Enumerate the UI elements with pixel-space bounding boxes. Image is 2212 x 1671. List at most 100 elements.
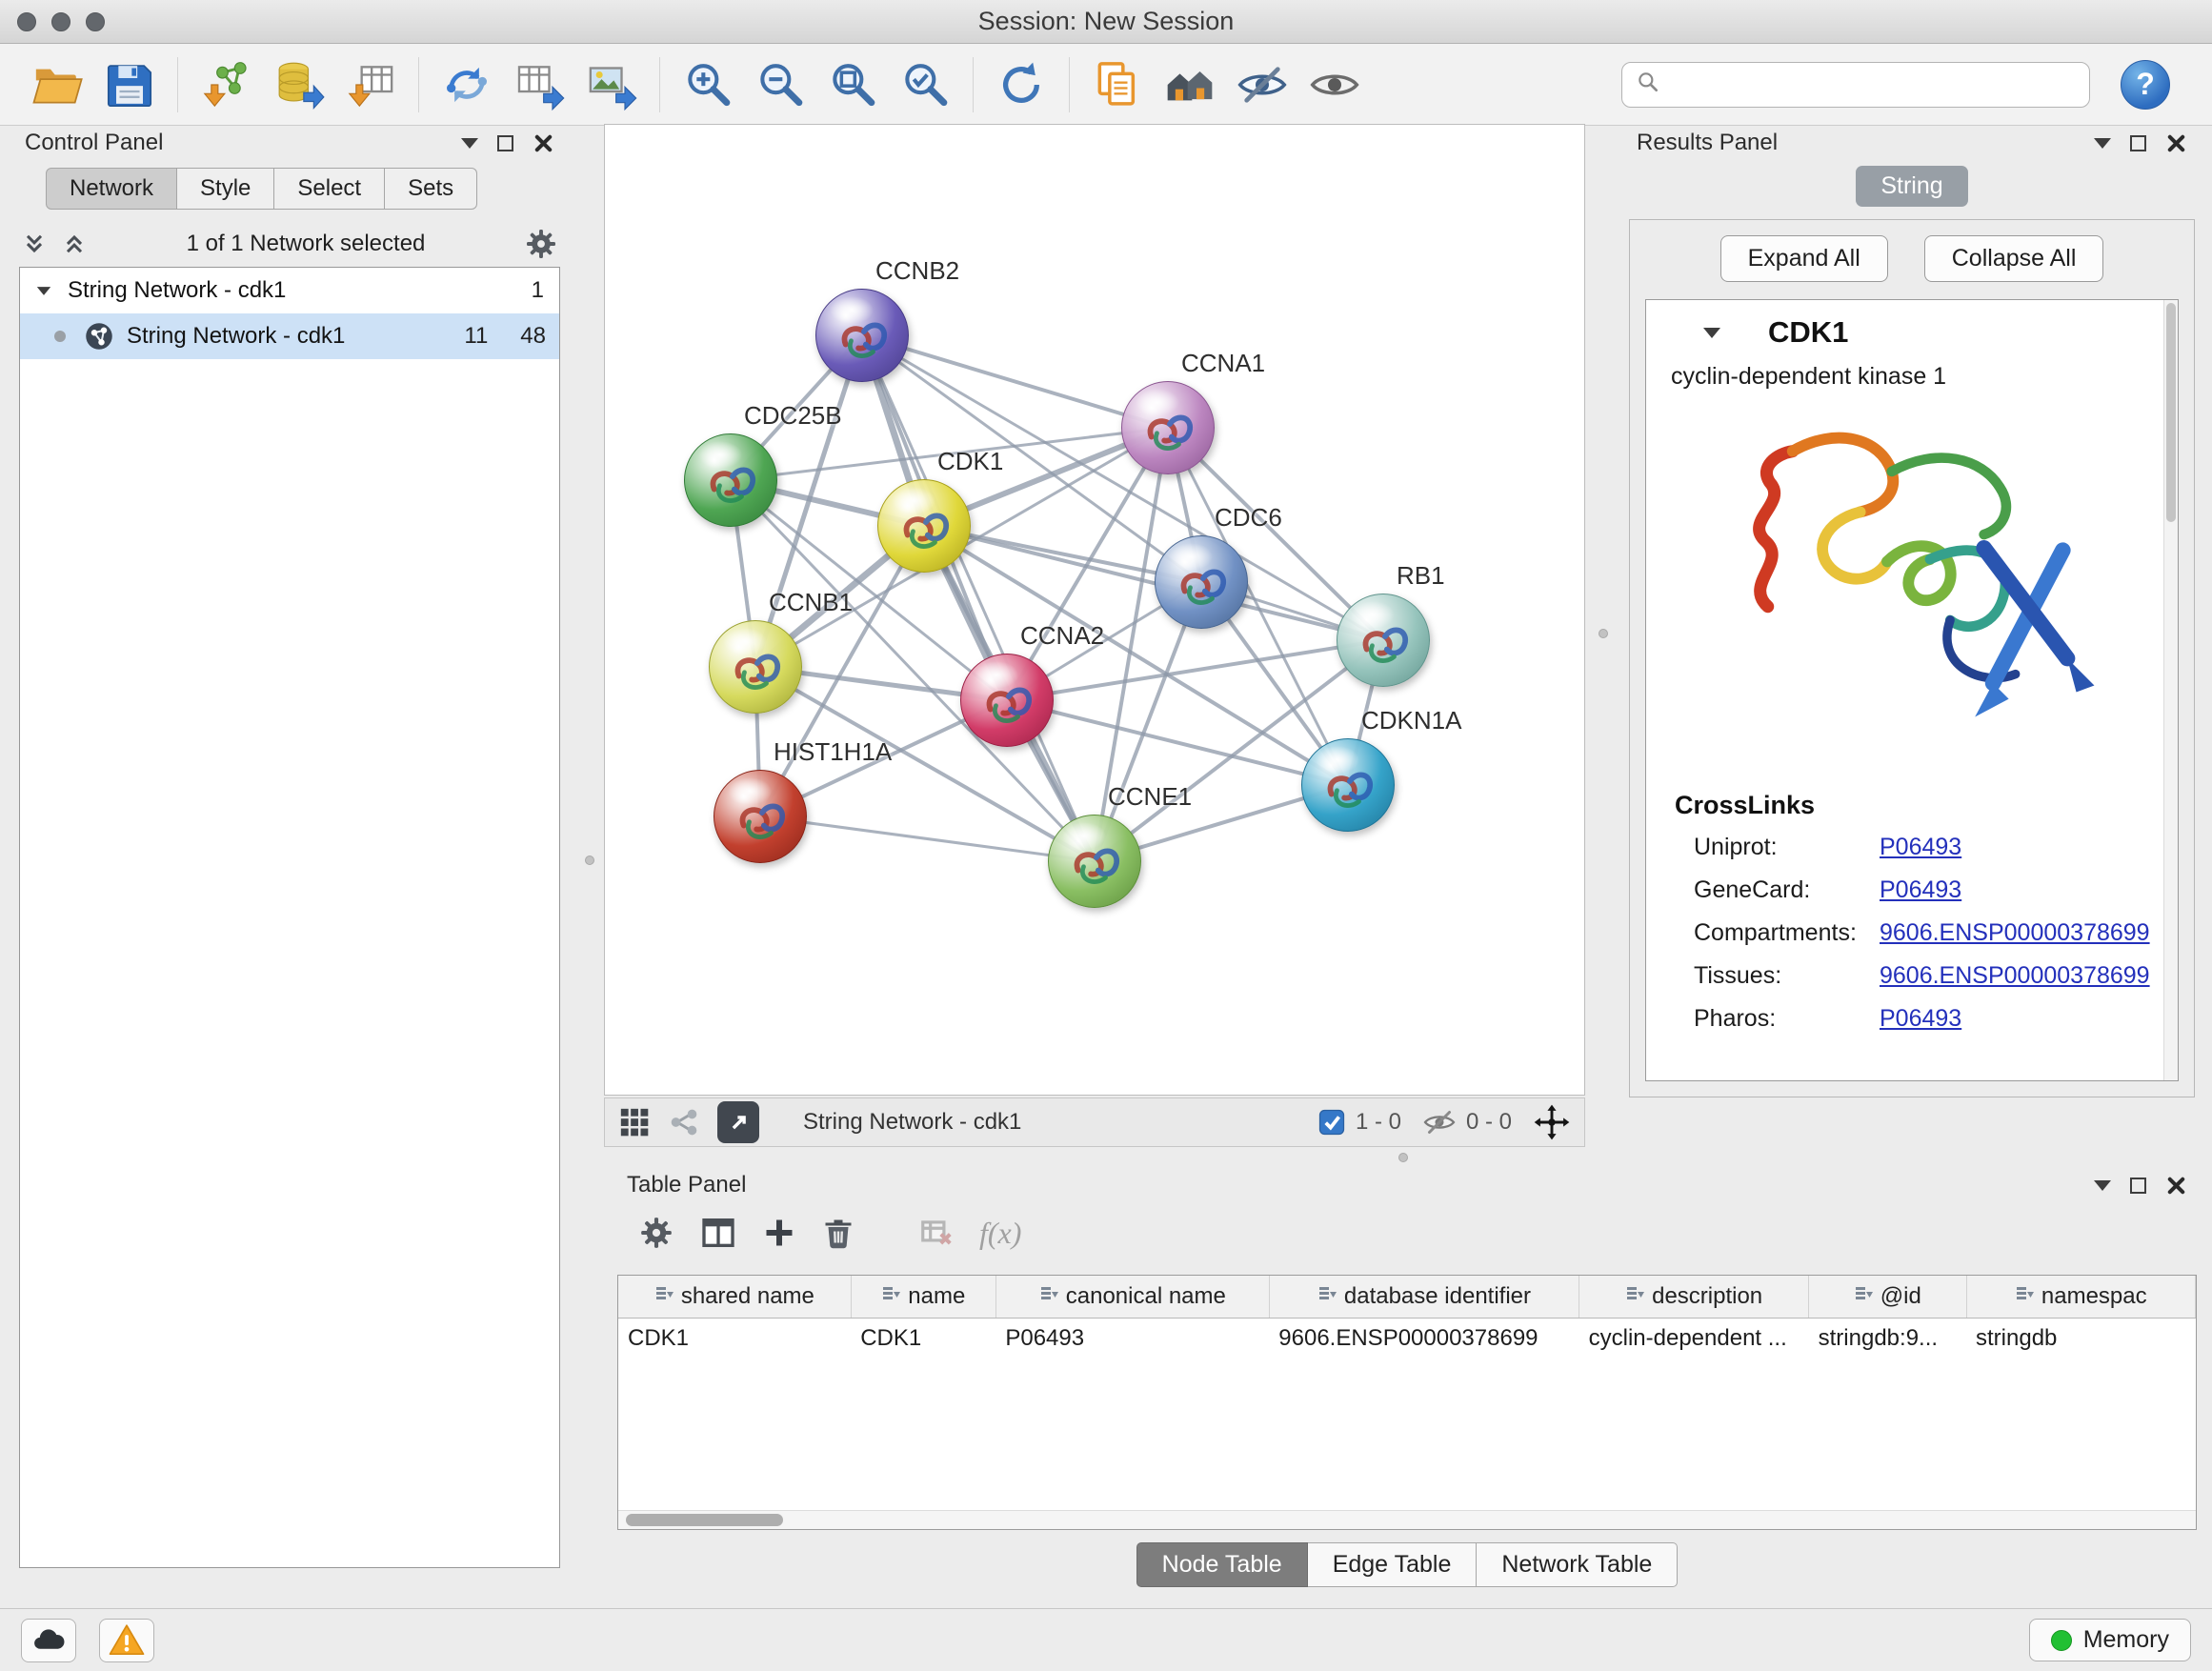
network-collection-row[interactable]: String Network - cdk1 1	[20, 268, 559, 313]
section-expander-icon[interactable]	[1703, 328, 1720, 338]
tab-network-table[interactable]: Network Table	[1477, 1542, 1678, 1587]
crosslink-label: Uniprot:	[1694, 834, 1880, 861]
add-column-icon[interactable]	[762, 1216, 796, 1250]
import-table-icon[interactable]	[334, 49, 407, 121]
network-node-cdkn1a[interactable]	[1301, 738, 1395, 832]
close-window-button[interactable]	[17, 12, 36, 31]
search-input[interactable]	[1670, 71, 2076, 98]
selected-checkbox-icon[interactable]	[1317, 1108, 1346, 1137]
network-view[interactable]: CCNB2CCNA1CDC25BCDK1CDC6RB1CCNB1CCNA2CDK…	[604, 124, 1585, 1096]
network-node-hist1h1a[interactable]	[714, 770, 807, 863]
export-table-icon[interactable]	[503, 49, 575, 121]
horizontal-scrollbar[interactable]	[618, 1510, 2196, 1529]
close-panel-icon[interactable]	[2165, 132, 2187, 154]
column-header[interactable]: name	[851, 1276, 995, 1318]
eye-icon[interactable]	[1298, 49, 1371, 121]
sort-icon[interactable]	[1854, 1283, 1873, 1310]
gear-icon[interactable]	[524, 227, 558, 261]
collapse-panel-icon[interactable]	[461, 138, 478, 149]
crosslink-link[interactable]: P06493	[1880, 1005, 1961, 1033]
sort-icon[interactable]	[881, 1283, 900, 1310]
minimize-window-button[interactable]	[51, 12, 70, 31]
tab-edge-table[interactable]: Edge Table	[1308, 1542, 1478, 1587]
tab-style[interactable]: Style	[177, 168, 274, 210]
sort-icon[interactable]	[2015, 1283, 2034, 1310]
share-network-icon[interactable]	[668, 1106, 700, 1138]
column-header[interactable]: canonical name	[995, 1276, 1269, 1318]
network-canvas[interactable]: CCNB2CCNA1CDC25BCDK1CDC6RB1CCNB1CCNA2CDK…	[605, 125, 1584, 1095]
cloud-icon[interactable]	[21, 1619, 76, 1662]
float-panel-icon[interactable]	[2130, 135, 2146, 151]
column-header[interactable]: description	[1579, 1276, 1809, 1318]
open-session-icon[interactable]	[21, 49, 93, 121]
sort-icon[interactable]	[1039, 1283, 1058, 1310]
refresh-icon[interactable]	[985, 49, 1057, 121]
eye-slash-icon[interactable]	[1226, 49, 1298, 121]
column-header[interactable]: namespac	[1966, 1276, 2195, 1318]
network-arrows-icon[interactable]	[431, 49, 503, 121]
export-image-icon[interactable]	[575, 49, 648, 121]
crosslink-link[interactable]: P06493	[1880, 834, 1961, 861]
float-panel-icon[interactable]	[2130, 1178, 2146, 1194]
memory-button[interactable]: Memory	[2029, 1619, 2191, 1661]
zoom-out-icon[interactable]	[744, 49, 816, 121]
save-session-icon[interactable]	[93, 49, 166, 121]
column-header[interactable]: @id	[1809, 1276, 1966, 1318]
grid-view-icon[interactable]	[618, 1106, 651, 1138]
splitter-handle[interactable]	[1398, 1153, 1408, 1162]
column-header[interactable]: database identifier	[1269, 1276, 1579, 1318]
network-node-ccna2[interactable]	[960, 654, 1054, 747]
vertical-scrollbar[interactable]	[2163, 300, 2178, 1080]
hidden-eye-slash-icon[interactable]	[1422, 1105, 1457, 1139]
close-panel-icon[interactable]	[2165, 1175, 2187, 1197]
crosslink-link[interactable]: 9606.ENSP00000378699	[1880, 919, 2150, 947]
crosslink-link[interactable]: 9606.ENSP00000378699	[1880, 962, 2150, 990]
float-panel-icon[interactable]	[497, 135, 513, 151]
tab-string[interactable]: String	[1856, 166, 1967, 207]
pan-move-icon[interactable]	[1533, 1103, 1571, 1141]
birdseye-view-icon[interactable]	[717, 1101, 759, 1143]
network-node-rb1[interactable]	[1337, 594, 1430, 687]
documents-icon[interactable]	[1081, 49, 1154, 121]
zoom-in-icon[interactable]	[672, 49, 744, 121]
crosslink-link[interactable]: P06493	[1880, 876, 1961, 904]
columns-icon[interactable]	[699, 1214, 737, 1252]
zoom-fit-icon[interactable]	[816, 49, 889, 121]
delete-column-icon[interactable]	[821, 1216, 855, 1250]
tab-network[interactable]: Network	[46, 168, 177, 210]
splitter-handle[interactable]	[585, 856, 594, 865]
network-node-cdk1[interactable]	[877, 479, 971, 573]
expand-all-icon[interactable]	[61, 231, 88, 257]
maximize-window-button[interactable]	[86, 12, 105, 31]
network-node-ccnb2[interactable]	[815, 289, 909, 382]
warning-icon[interactable]	[99, 1619, 154, 1662]
network-node-ccne1[interactable]	[1048, 815, 1141, 908]
network-node-ccna1[interactable]	[1121, 381, 1215, 474]
collapse-all-icon[interactable]	[21, 231, 48, 257]
splitter-handle[interactable]	[1599, 629, 1608, 638]
tab-select[interactable]: Select	[274, 168, 385, 210]
sort-icon[interactable]	[654, 1283, 674, 1310]
gear-icon[interactable]	[638, 1215, 674, 1251]
expand-all-button[interactable]: Expand All	[1720, 235, 1888, 282]
close-panel-icon[interactable]	[533, 132, 554, 154]
zoom-selected-icon[interactable]	[889, 49, 961, 121]
help-icon[interactable]: ?	[2121, 60, 2170, 110]
import-network-database-icon[interactable]	[262, 49, 334, 121]
network-node-ccnb1[interactable]	[709, 620, 802, 714]
column-header[interactable]: shared name	[618, 1276, 851, 1318]
collapse-panel-icon[interactable]	[2094, 1180, 2111, 1191]
tab-sets[interactable]: Sets	[385, 168, 477, 210]
homes-icon[interactable]	[1154, 49, 1226, 121]
import-network-file-icon[interactable]	[190, 49, 262, 121]
sort-icon[interactable]	[1625, 1283, 1644, 1310]
collapse-panel-icon[interactable]	[2094, 138, 2111, 149]
table-row[interactable]: CDK1CDK1P064939606.ENSP00000378699cyclin…	[618, 1318, 2196, 1359]
network-row-selected[interactable]: String Network - cdk1 11 48	[20, 313, 559, 359]
expander-icon[interactable]	[37, 287, 50, 295]
network-node-cdc25b[interactable]	[684, 433, 777, 527]
sort-icon[interactable]	[1317, 1283, 1337, 1310]
tab-node-table[interactable]: Node Table	[1136, 1542, 1308, 1587]
collapse-all-button[interactable]: Collapse All	[1924, 235, 2104, 282]
network-node-cdc6[interactable]	[1155, 535, 1248, 629]
